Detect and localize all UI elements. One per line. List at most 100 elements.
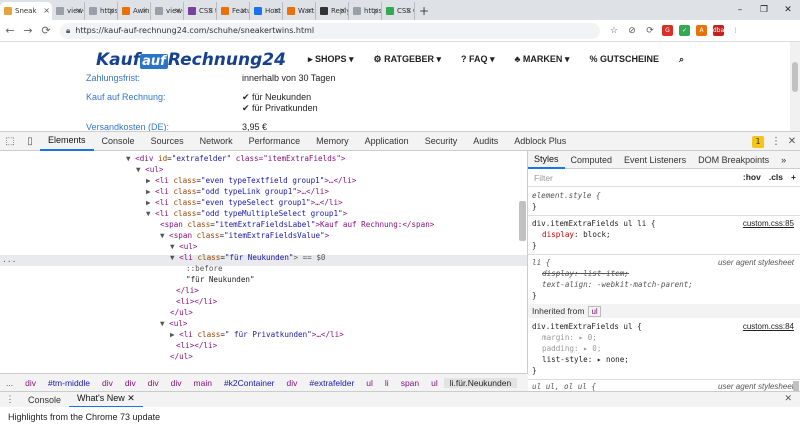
browser-tab[interactable]: Reply × [316,2,349,20]
css-declaration[interactable]: list-style: ▸ none; [542,355,629,365]
drawer-tab-whats-new[interactable]: What's New ✕ [69,392,143,408]
breadcrumb-item[interactable]: div [19,378,42,388]
breadcrumb-item[interactable]: ... [0,378,19,388]
breadcrumb-item[interactable]: ul [425,378,444,388]
browser-tab[interactable]: Awin × [118,2,151,20]
maximize-button[interactable]: ❐ [752,0,776,20]
extension-icon[interactable]: A [696,25,707,36]
devtools-tab-adblock-plus[interactable]: Adblock Plus [506,132,574,151]
inspect-element-icon[interactable]: ⬚ [0,136,20,147]
tab-close-icon[interactable]: × [339,6,346,15]
devtools-tab-console[interactable]: Console [94,132,143,151]
tab-close-icon[interactable]: × [273,6,280,15]
browser-tab[interactable]: CSS t × [184,2,217,20]
devtools-tab-audits[interactable]: Audits [465,132,506,151]
breadcrumb-item[interactable]: #k2Container [218,378,281,388]
elements-scrollbar[interactable] [519,201,526,241]
extension-icon[interactable]: ✓ [679,25,690,36]
browser-tab[interactable]: Warti × [283,2,316,20]
inherited-tag[interactable]: ul [588,305,601,317]
dom-node-line[interactable]: "für Neukunden" [186,274,255,285]
styles-tab-dom-breakpoints[interactable]: DOM Breakpoints [692,151,775,169]
cls-toggle[interactable]: .cls [769,172,783,182]
dom-node-line[interactable]: ::before [186,263,223,274]
dom-node-line[interactable]: ▶ <li class="odd typeLink group1">…</li> [146,186,329,197]
extension-icon[interactable]: G [662,25,673,36]
nav-faq[interactable]: ? FAQ ▾ [461,54,495,65]
close-devtools-icon[interactable]: ✕ [784,136,800,147]
sync-icon[interactable]: ⟳ [644,26,656,36]
breadcrumb-item[interactable]: div [119,378,142,388]
filter-input[interactable]: Filter [534,173,553,183]
expand-arrow-icon[interactable]: ▼ [146,209,155,218]
breadcrumb-item[interactable]: main [188,378,218,388]
collapse-arrow-icon[interactable]: ▶ [146,198,155,207]
expand-arrow-icon[interactable]: ▼ [160,319,169,328]
drawer-tab-console[interactable]: Console [20,392,69,408]
back-icon[interactable]: ← [2,24,18,37]
site-logo[interactable]: Kauf auf Rechnung24 [96,50,286,70]
styles-scrollbar[interactable] [793,381,799,391]
dom-node-line[interactable]: ▶ <li class=" für Privatkunden">…</li> [170,329,344,340]
browser-tab[interactable]: Host × [250,2,283,20]
dom-node-line[interactable]: </ul> [170,351,193,362]
bookmark-star-icon[interactable]: ☆ [608,26,620,36]
css-declaration[interactable]: padding: ▸ 0; [542,344,601,354]
hov-toggle[interactable]: :hov [743,172,761,182]
devtools-tab-memory[interactable]: Memory [308,132,357,151]
browser-tab[interactable]: Featu × [217,2,250,20]
tab-close-icon[interactable]: × [108,6,115,15]
devtools-tab-application[interactable]: Application [357,132,417,151]
nav-gutscheine[interactable]: % GUTSCHEINE [589,54,659,65]
tab-close-icon[interactable]: × [240,6,247,15]
breadcrumb-item[interactable]: #extrafelder [303,378,360,388]
dom-node-line[interactable]: <li></li> [176,340,217,351]
search-icon[interactable]: ⌕ [679,54,684,65]
breadcrumb-item[interactable]: span [395,378,425,388]
warning-badge-icon[interactable]: 1 [752,135,764,148]
css-declaration[interactable]: display: block; [542,230,611,240]
expand-arrow-icon[interactable]: ▼ [126,154,135,163]
new-tab-button[interactable]: + [415,2,433,20]
nav-ratgeber[interactable]: ⚙ RATGEBER ▾ [374,54,441,65]
dom-node-line[interactable]: ▼ <ul> [170,241,197,252]
forward-icon[interactable]: → [20,24,36,37]
devtools-tab-security[interactable]: Security [417,132,466,151]
dom-node-line[interactable]: ▼ <div id="extrafelder" class="itemExtra… [126,153,345,164]
tab-close-icon[interactable]: × [141,6,148,15]
dom-node-line[interactable]: </ul> [170,307,193,318]
devtools-tab-elements[interactable]: Elements [40,132,94,151]
gutter-dots[interactable]: ... [2,255,16,264]
breadcrumb-item[interactable]: ul [360,378,379,388]
browser-menu-icon[interactable]: ⋮ [730,25,741,36]
browser-tab[interactable]: view- × [151,2,184,20]
dom-node-line[interactable]: ▼ <li class="für Neukunden"> == $0 [170,252,325,263]
expand-arrow-icon[interactable]: ▼ [170,253,179,262]
more-options-icon[interactable]: ⋮ [768,136,784,147]
tab-close-icon[interactable]: × [174,6,181,15]
tab-close-icon[interactable]: × [405,6,412,15]
tab-close-icon[interactable]: × [372,6,379,15]
browser-tab[interactable]: https × [85,2,118,20]
styles-tab-computed[interactable]: Computed [565,151,619,169]
expand-arrow-icon[interactable]: ▼ [136,165,145,174]
tab-close-icon[interactable]: × [306,6,313,15]
styles-tab-styles[interactable]: Styles [528,151,565,169]
extension-icon[interactable]: dba [713,25,724,36]
styles-tab-more[interactable]: » [775,151,792,169]
nav-shops[interactable]: ▸ SHOPS ▾ [308,54,354,65]
reload-icon[interactable]: ⟳ [38,24,54,37]
styles-tab-event-listeners[interactable]: Event Listeners [618,151,692,169]
device-toolbar-icon[interactable]: ▯ [20,136,40,147]
dom-node-line[interactable]: ▼ <span class="itemExtraFieldsValue"> [160,230,329,241]
collapse-arrow-icon[interactable]: ▶ [170,330,179,339]
breadcrumb-item[interactable]: div [165,378,188,388]
drawer-menu-icon[interactable]: ⋮ [0,394,20,405]
breadcrumb-item[interactable]: li [379,378,395,388]
devtools-tab-sources[interactable]: Sources [143,132,192,151]
rule-source-link[interactable]: custom.css:84 [743,322,794,331]
browser-tab[interactable]: view- × [52,2,85,20]
collapse-arrow-icon[interactable]: ▶ [146,187,155,196]
breadcrumb-item[interactable]: div [96,378,119,388]
tab-close-icon[interactable]: × [43,6,50,15]
